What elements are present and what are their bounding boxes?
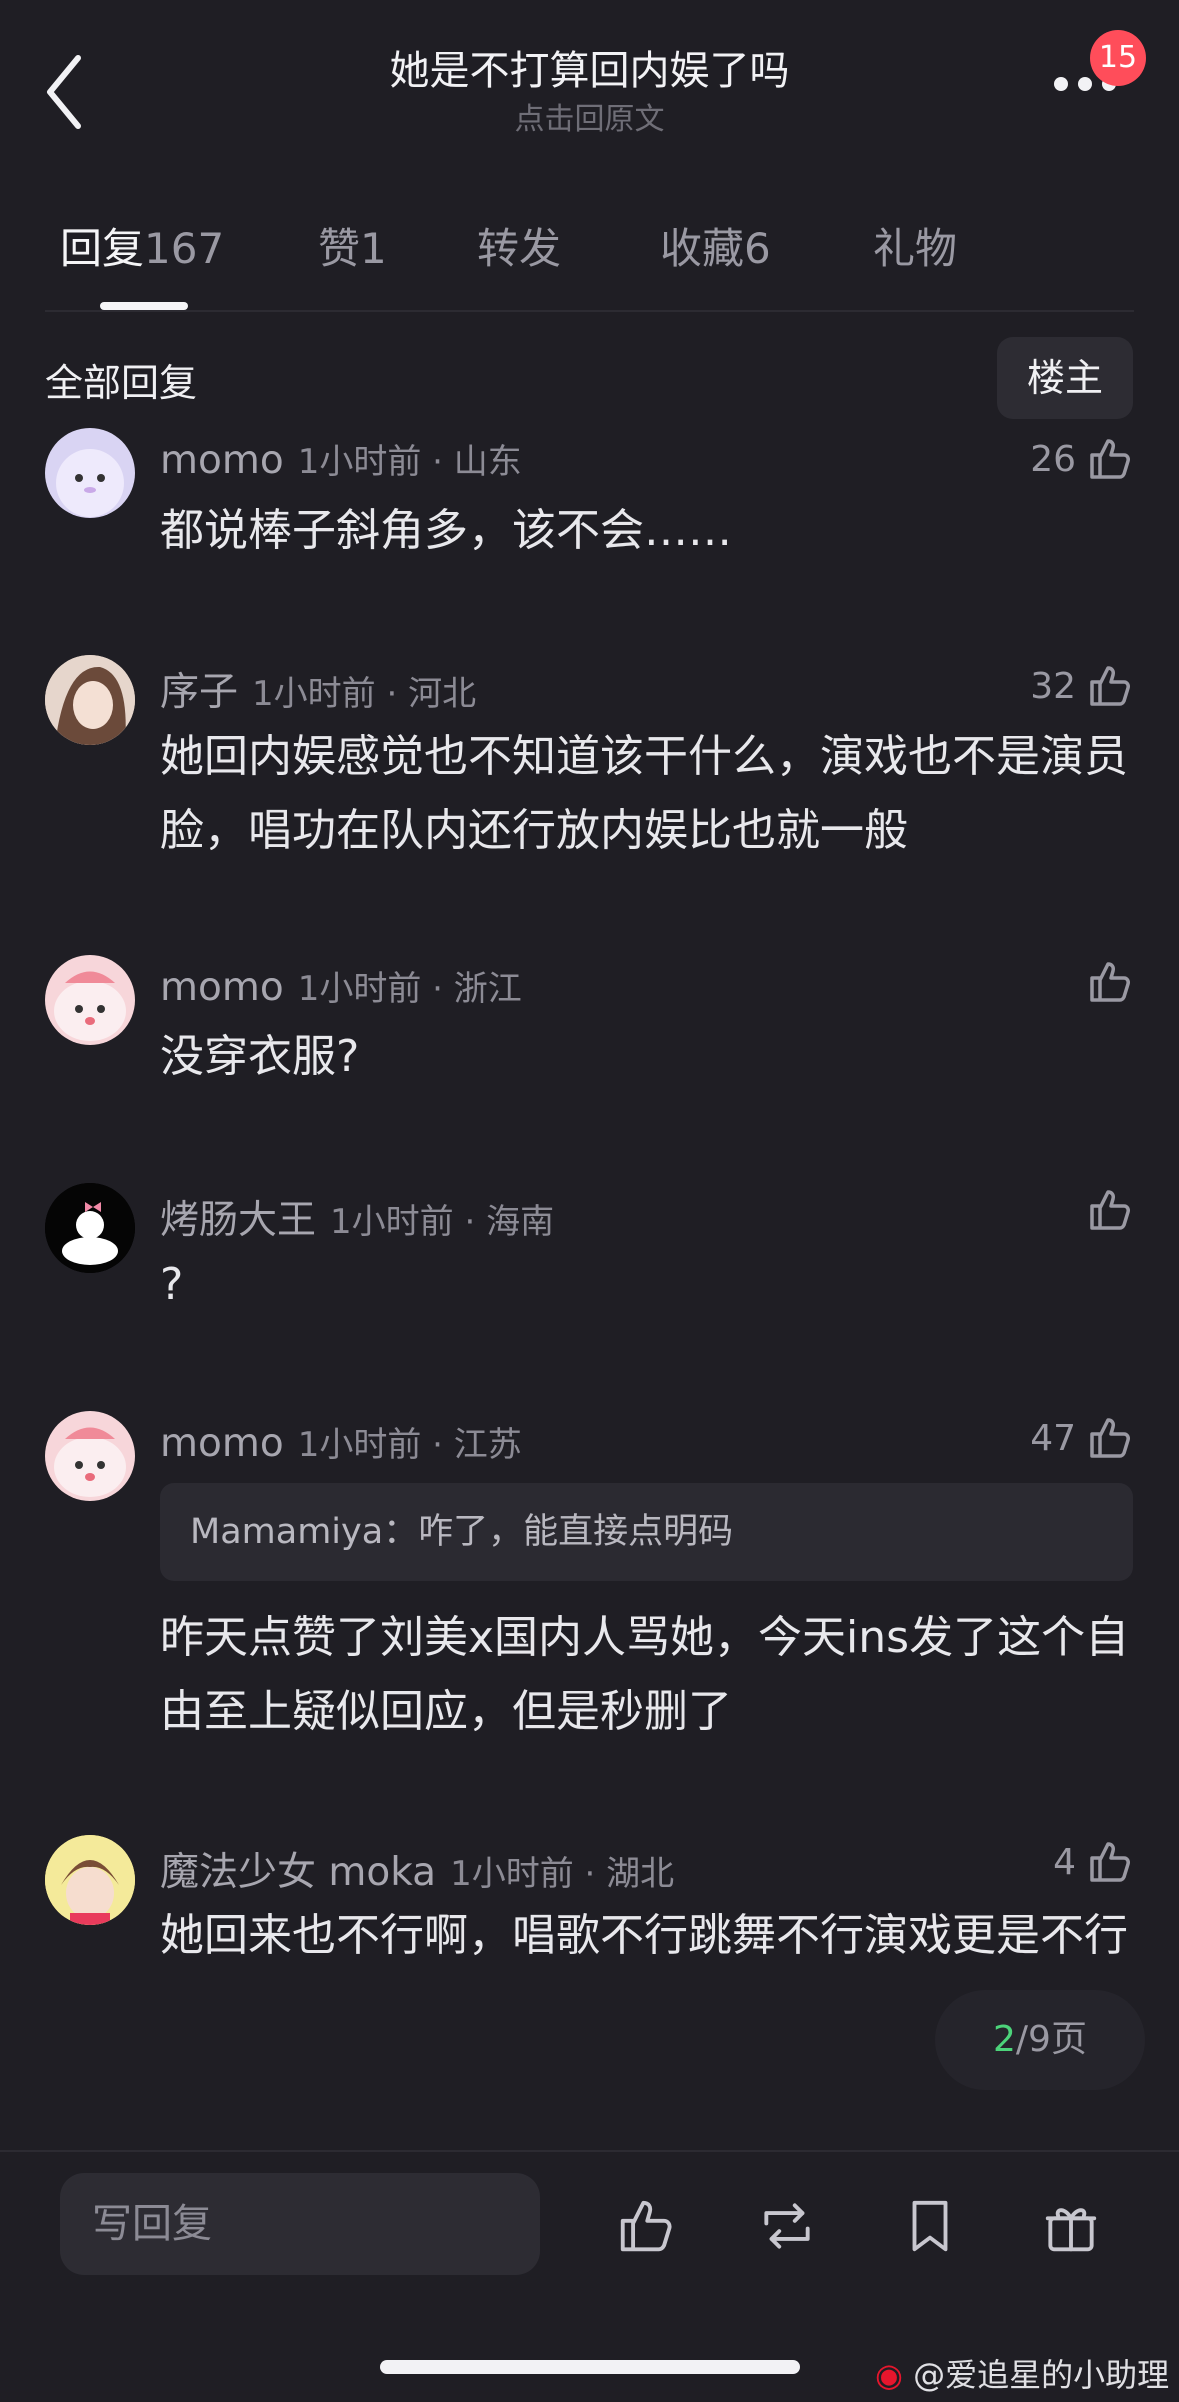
comment-meta: momo 1小时前 · 浙江 bbox=[160, 965, 522, 1010]
thumbs-up-icon bbox=[1090, 1842, 1130, 1882]
post-title: 她是不打算回内娱了吗 bbox=[389, 48, 790, 94]
like-count: 26 bbox=[1030, 438, 1076, 480]
active-tab-indicator bbox=[100, 302, 188, 310]
weibo-watermark: ◉ @爱追星的小助理 bbox=[875, 2356, 1170, 2394]
repost-icon[interactable] bbox=[756, 2195, 818, 2257]
tab-gifts[interactable]: 礼物 bbox=[873, 215, 957, 276]
reply-input[interactable]: 写回复 bbox=[60, 2173, 540, 2275]
username[interactable]: momo bbox=[160, 965, 284, 1010]
op-only-button[interactable]: 楼主 bbox=[997, 337, 1133, 419]
username[interactable]: momo bbox=[160, 438, 284, 483]
like-count: 47 bbox=[1030, 1417, 1076, 1459]
thumbs-up-icon bbox=[1090, 1418, 1130, 1458]
tab-likes[interactable]: 赞1 bbox=[318, 215, 387, 276]
notification-badge: 15 bbox=[1090, 30, 1146, 86]
avatar[interactable] bbox=[45, 1835, 135, 1925]
comment-text: 都说棒子斜角多，该不会…… bbox=[160, 505, 732, 556]
username[interactable]: momo bbox=[160, 1421, 284, 1466]
username[interactable]: 魔法少女 moka bbox=[160, 1850, 436, 1895]
comment-meta: 魔法少女 moka 1小时前 · 湖北 bbox=[160, 1850, 675, 1895]
comment-meta: momo 1小时前 · 江苏 bbox=[160, 1421, 522, 1466]
back-to-original-link[interactable]: 点击回原文 bbox=[0, 94, 1179, 138]
avatar[interactable] bbox=[45, 1411, 135, 1501]
tab-favorites[interactable]: 收藏6 bbox=[660, 215, 771, 276]
avatar[interactable] bbox=[45, 428, 135, 518]
thumbs-up-icon bbox=[1090, 1190, 1130, 1230]
avatar[interactable] bbox=[45, 955, 135, 1045]
comment-text: 她回内娱感觉也不知道该干什么，演戏也不是演员脸，唱功在队内还行放内娱比也就一般 bbox=[160, 731, 1128, 856]
like-button[interactable] bbox=[1086, 957, 1134, 1007]
tab-reposts[interactable]: 转发 bbox=[477, 215, 561, 276]
avatar[interactable] bbox=[45, 655, 135, 745]
thumbs-up-icon[interactable] bbox=[615, 2195, 677, 2257]
comment-text: 没穿衣服? bbox=[160, 1031, 360, 1082]
thumbs-up-icon bbox=[1090, 439, 1130, 479]
comment-meta: 序子 1小时前 · 河北 bbox=[160, 670, 477, 715]
like-count: 4 bbox=[1053, 1841, 1076, 1883]
like-button[interactable]: 32 bbox=[1030, 661, 1134, 711]
like-count: 32 bbox=[1030, 665, 1076, 707]
comment-meta: 烤肠大王 1小时前 · 海南 bbox=[160, 1198, 555, 1243]
bookmark-icon[interactable] bbox=[899, 2195, 961, 2257]
tab-bar: 回复167 赞1 转发 收藏6 礼物 bbox=[0, 215, 1179, 285]
comment-text: 昨天点赞了刘美x国内人骂她，今天ins发了这个自由至上疑似回应，但是秒删了 bbox=[160, 1612, 1130, 1737]
gift-icon[interactable] bbox=[1040, 2195, 1102, 2257]
quoted-reply[interactable]: Mamamiya：咋了，能直接点明码 bbox=[160, 1483, 1133, 1581]
avatar[interactable] bbox=[45, 1183, 135, 1273]
comment-meta: momo 1小时前 · 山东 bbox=[160, 438, 522, 483]
section-title: 全部回复 bbox=[45, 361, 198, 405]
like-button[interactable]: 26 bbox=[1030, 434, 1134, 484]
comment-text: 她回来也不行啊，唱歌不行跳舞不行演戏更是不行 bbox=[160, 1910, 1128, 1961]
thumbs-up-icon bbox=[1090, 962, 1130, 1002]
username[interactable]: 烤肠大王 bbox=[160, 1198, 316, 1243]
home-indicator bbox=[380, 2360, 800, 2374]
page-indicator[interactable]: 2/9页 bbox=[935, 1990, 1145, 2090]
tab-replies[interactable]: 回复167 bbox=[60, 215, 224, 276]
comment-text: ? bbox=[160, 1259, 184, 1310]
weibo-logo-icon: ◉ bbox=[875, 2356, 903, 2394]
like-button[interactable]: 4 bbox=[1053, 1837, 1134, 1887]
divider bbox=[45, 310, 1134, 312]
like-button[interactable]: 47 bbox=[1030, 1413, 1134, 1463]
like-button[interactable] bbox=[1086, 1185, 1134, 1235]
username[interactable]: 序子 bbox=[160, 670, 238, 715]
thumbs-up-icon bbox=[1090, 666, 1130, 706]
